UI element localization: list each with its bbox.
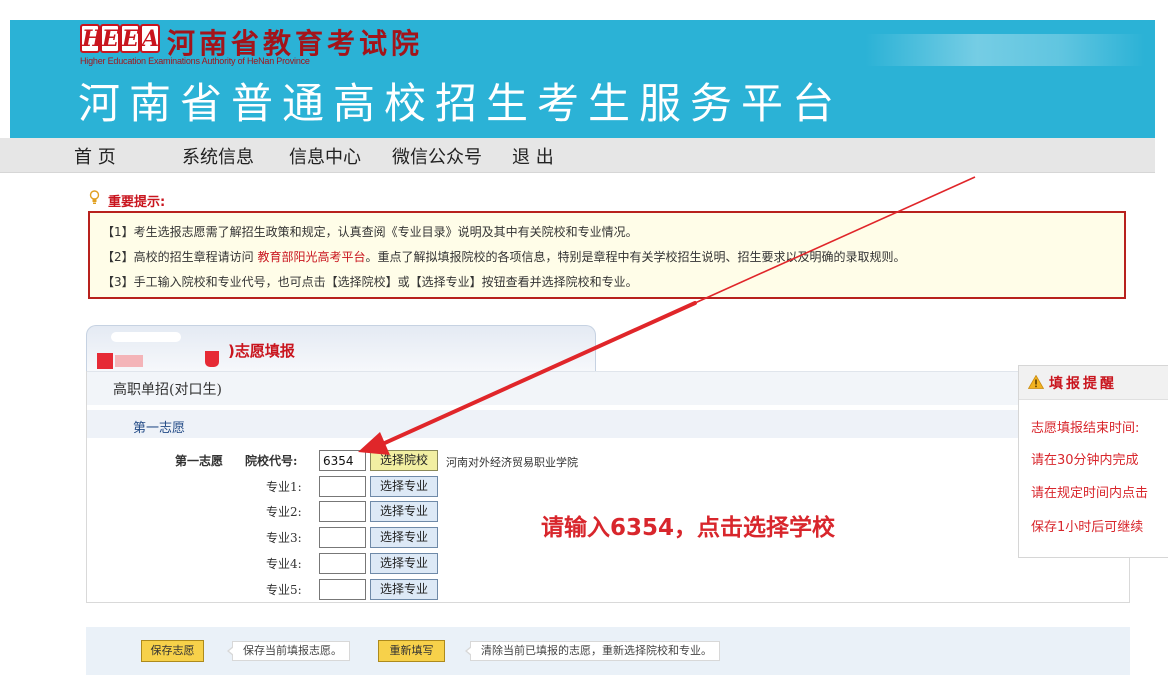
- main-nav: 首 页 系统信息 信息中心 微信公众号 退 出: [0, 138, 1155, 173]
- reset-tip: 清除当前已填报的志愿，重新选择院校和专业。: [465, 641, 720, 661]
- save-tip: 保存当前填报志愿。: [227, 641, 350, 661]
- section-label: 第一志愿: [133, 421, 186, 436]
- logo-letter-h: H: [80, 24, 103, 53]
- major-1-label: 专业1:: [266, 480, 302, 494]
- logo-letter-e2: E: [120, 24, 140, 53]
- nav-info-center[interactable]: 信息中心: [289, 143, 361, 169]
- page: H E E A 河南省教育考试院 Higher Education Examin…: [0, 0, 1168, 691]
- lightbulb-icon: [89, 190, 100, 204]
- major-3-label: 专业3:: [266, 531, 302, 545]
- left-gap: [0, 20, 10, 138]
- nav-logout[interactable]: 退 出: [512, 143, 554, 169]
- school-code-label: 院校代号:: [245, 454, 298, 468]
- nav-wechat[interactable]: 微信公众号: [392, 143, 482, 169]
- redacted-block: [205, 351, 219, 367]
- choice-label: 第一志愿: [175, 454, 224, 468]
- notice-title: 重要提示:: [108, 195, 166, 210]
- sunshine-platform-link[interactable]: 教育部阳光高考平台: [257, 250, 365, 264]
- heea-logo: H E E A: [80, 24, 162, 54]
- select-major-1-button[interactable]: 选择专业: [370, 476, 438, 497]
- major-4-input[interactable]: [319, 553, 366, 574]
- major-3-input[interactable]: [319, 527, 366, 548]
- form-tab: [86, 325, 596, 371]
- warning-icon: [1028, 375, 1044, 389]
- logo-letter-a: A: [140, 24, 160, 53]
- reminder-line-1: 志愿填报结束时间:: [1031, 421, 1140, 436]
- major-1-input[interactable]: [319, 476, 366, 497]
- notice-line-2-prefix: 【2】高校的招生章程请访问: [102, 250, 258, 264]
- select-major-3-button[interactable]: 选择专业: [370, 527, 438, 548]
- notice-line-1: 【1】考生选报志愿需了解招生政策和规定，认真查阅《专业目录》说明及其中有关院校和…: [102, 225, 638, 239]
- header-glow: [865, 34, 1145, 66]
- platform-title: 河南省普通高校招生考生服务平台: [78, 79, 844, 128]
- school-name: 河南对外经济贸易职业学院: [446, 456, 578, 469]
- reminder-card: 填报提醒 志愿填报结束时间: 请在30分钟内完成 请在规定时间内点击 保存1小时…: [1018, 365, 1168, 558]
- save-button[interactable]: 保存志愿: [141, 640, 204, 662]
- major-2-input[interactable]: [319, 501, 366, 522]
- reset-button[interactable]: 重新填写: [378, 640, 445, 662]
- redacted-block: [115, 355, 143, 367]
- select-major-4-button[interactable]: 选择专业: [370, 553, 438, 574]
- reminder-line-4: 保存1小时后可继续: [1031, 520, 1144, 535]
- nav-home[interactable]: 首 页: [74, 143, 116, 169]
- reminder-header: 填报提醒: [1019, 366, 1168, 400]
- category-label: 高职单招(对口生): [113, 382, 222, 398]
- site-header: H E E A 河南省教育考试院 Higher Education Examin…: [10, 20, 1155, 138]
- select-school-button[interactable]: 选择院校: [370, 450, 438, 471]
- notice-box: 【1】考生选报志愿需了解招生政策和规定，认真查阅《专业目录》说明及其中有关院校和…: [88, 211, 1126, 299]
- redacted-block: [97, 353, 113, 369]
- nav-system-info[interactable]: 系统信息: [182, 143, 254, 169]
- reminder-line-2: 请在30分钟内完成: [1031, 453, 1139, 468]
- category-bar: [87, 371, 1129, 405]
- reminder-line-3: 请在规定时间内点击: [1031, 486, 1149, 501]
- reminder-title: 填报提醒: [1049, 376, 1117, 392]
- school-code-input[interactable]: [319, 450, 366, 471]
- major-5-input[interactable]: [319, 579, 366, 600]
- major-4-label: 专业4:: [266, 557, 302, 571]
- form-title: )志愿填报: [228, 342, 295, 360]
- form-panel: [86, 371, 1130, 603]
- major-5-label: 专业5:: [266, 583, 302, 597]
- instruction-annotation: 请输入6354，点击选择学校: [541, 515, 836, 541]
- org-name-en: Higher Education Examinations Authority …: [80, 56, 310, 66]
- select-major-2-button[interactable]: 选择专业: [370, 501, 438, 522]
- select-major-5-button[interactable]: 选择专业: [370, 579, 438, 600]
- notice-line-2: 【2】高校的招生章程请访问 教育部阳光高考平台。重点了解拟填报院校的各项信息，特…: [102, 248, 905, 265]
- section-bar: [87, 410, 1129, 438]
- top-strip: [0, 0, 1168, 20]
- major-2-label: 专业2:: [266, 505, 302, 519]
- logo-letter-e1: E: [100, 24, 120, 53]
- redacted-block: [111, 332, 181, 342]
- notice-line-3: 【3】手工输入院校和专业代号，也可点击【选择院校】或【选择专业】按钮查看并选择院…: [102, 275, 638, 289]
- notice-line-2-suffix: 。重点了解拟填报院校的各项信息，特别是章程中有关学校招生说明、招生要求以及明确的…: [365, 250, 906, 264]
